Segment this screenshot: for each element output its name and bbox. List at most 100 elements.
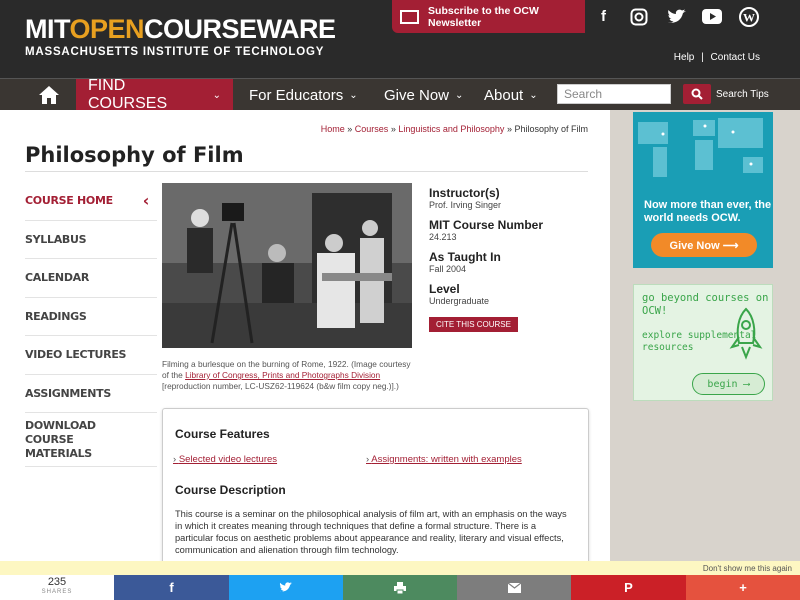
sidenav-label: CALENDAR bbox=[25, 271, 90, 285]
instructor-label: Instructor(s) bbox=[429, 186, 500, 200]
cite-course-button[interactable]: CITE THIS COURSE bbox=[429, 317, 518, 332]
sidenav-label: DOWNLOAD COURSE MATERIALS bbox=[25, 418, 96, 460]
caption-text-end: [reproduction number, LC-USZ62-119624 (b… bbox=[162, 381, 399, 391]
nav-educators-label: For Educators bbox=[249, 86, 344, 104]
donate-ad-button[interactable]: Give Now ⟶ bbox=[651, 233, 757, 257]
course-number-value: 24.213 bbox=[429, 232, 457, 242]
taught-in-value: Fall 2004 bbox=[429, 264, 467, 274]
nav-about[interactable]: About ⌄ bbox=[472, 79, 550, 111]
share-facebook-button[interactable]: f bbox=[114, 575, 229, 600]
logo-open: OPEN bbox=[69, 14, 145, 44]
breadcrumb-sep: » bbox=[506, 124, 512, 134]
course-description: This course is a seminar on the philosop… bbox=[175, 509, 567, 555]
twitter-icon[interactable] bbox=[658, 0, 695, 33]
main-nav: FIND COURSES ⌄ For Educators ⌄ Give Now ⌄ A… bbox=[0, 77, 800, 112]
breadcrumb-sep: » bbox=[347, 124, 353, 134]
share-count-value: 235 bbox=[47, 576, 67, 588]
rocket-icon bbox=[729, 307, 763, 360]
site-header: MITOPENCOURSEWARE MASSACHUSETTS INSTITUT… bbox=[0, 0, 800, 78]
instagram-icon[interactable] bbox=[620, 0, 657, 33]
supplemental-resources-ad[interactable]: go beyond courses on OCW! explore supple… bbox=[633, 284, 773, 401]
level-value: Undergraduate bbox=[429, 296, 490, 306]
share-email-button[interactable] bbox=[457, 575, 571, 600]
sidenav-label: COURSE HOME bbox=[25, 194, 113, 208]
newsletter-label: Subscribe to the OCW Newsletter bbox=[428, 4, 539, 29]
nav-give-now[interactable]: Give Now ⌄ bbox=[372, 79, 475, 111]
logo-courseware: COURSEWARE bbox=[144, 14, 336, 44]
sidenav-syllabus[interactable]: SYLLABUS bbox=[25, 221, 157, 259]
sidenav-course-home[interactable]: COURSE HOME ‹ bbox=[25, 182, 157, 221]
donate-ad-text: Now more than ever, the world needs OCW. bbox=[644, 199, 772, 224]
feature-link-assignments[interactable]: › Assignments: written with examples bbox=[366, 454, 522, 465]
chevron-down-icon: ⌄ bbox=[455, 89, 464, 101]
level-label: Level bbox=[429, 282, 460, 296]
nav-find-courses-label: FIND COURSES bbox=[88, 77, 168, 112]
twitter-icon bbox=[279, 582, 293, 592]
chevron-down-icon: ⌄ bbox=[349, 89, 358, 101]
share-pinterest-button[interactable]: P bbox=[571, 575, 686, 600]
ad2-begin-button[interactable]: begin ⟶ bbox=[692, 373, 765, 395]
svg-text:W: W bbox=[743, 10, 755, 24]
youtube-icon[interactable] bbox=[693, 0, 730, 33]
logo-subtitle: MASSACHUSETTS INSTITUTE OF TECHNOLOGY bbox=[25, 46, 325, 58]
feature-link-label: Selected video lectures bbox=[178, 454, 278, 465]
nav-find-courses[interactable]: FIND COURSES ⌄ bbox=[76, 77, 233, 112]
breadcrumb-courses[interactable]: Courses bbox=[355, 124, 389, 134]
features-heading: Course Features bbox=[175, 427, 270, 441]
caption-link[interactable]: Library of Congress, Prints and Photogra… bbox=[185, 370, 380, 380]
search-tips-link[interactable]: Search Tips bbox=[716, 89, 769, 100]
plus-icon: + bbox=[739, 580, 747, 595]
ocw-logo[interactable]: MITOPENCOURSEWARE bbox=[25, 14, 336, 45]
breadcrumb: Home » Courses » Linguistics and Philoso… bbox=[321, 124, 588, 134]
help-link[interactable]: Help bbox=[674, 52, 695, 63]
sidenav-label: READINGS bbox=[25, 309, 87, 323]
envelope-icon bbox=[400, 9, 420, 24]
wordpress-icon[interactable]: W bbox=[730, 0, 767, 33]
nav-give-now-label: Give Now bbox=[384, 86, 450, 104]
dont-show-again-link[interactable]: Don't show me this again bbox=[0, 561, 800, 575]
nav-about-label: About bbox=[484, 86, 524, 104]
newsletter-button[interactable]: Subscribe to the OCW Newsletter bbox=[392, 0, 585, 33]
home-button[interactable] bbox=[25, 79, 73, 111]
nav-for-educators[interactable]: For Educators ⌄ bbox=[237, 79, 370, 111]
breadcrumb-sep: » bbox=[390, 124, 396, 134]
feature-link-video[interactable]: › Selected video lectures bbox=[173, 454, 277, 465]
course-number-label: MIT Course Number bbox=[429, 218, 544, 232]
share-more-button[interactable]: + bbox=[686, 575, 800, 600]
course-image bbox=[162, 183, 412, 348]
search-button[interactable] bbox=[683, 84, 711, 104]
contact-link[interactable]: Contact Us bbox=[711, 52, 760, 63]
facebook-icon[interactable]: f bbox=[585, 0, 622, 33]
search-icon bbox=[691, 88, 703, 100]
utility-links: Help | Contact Us bbox=[674, 52, 760, 63]
breadcrumb-current: Philosophy of Film bbox=[514, 124, 588, 134]
share-print-button[interactable] bbox=[343, 575, 457, 600]
search-input[interactable]: Search bbox=[557, 84, 671, 104]
breadcrumb-department[interactable]: Linguistics and Philosophy bbox=[398, 124, 504, 134]
main-content: Home » Courses » Linguistics and Philoso… bbox=[0, 110, 610, 600]
share-count-label: SHARES bbox=[41, 589, 73, 595]
home-icon bbox=[39, 86, 59, 104]
sidenav-label: SYLLABUS bbox=[25, 232, 87, 246]
world-map-graphic bbox=[638, 118, 763, 177]
chevron-down-icon: ⌄ bbox=[529, 89, 538, 101]
print-icon bbox=[394, 581, 406, 594]
sidenav-assignments[interactable]: ASSIGNMENTS bbox=[25, 375, 157, 413]
sidenav-calendar[interactable]: CALENDAR bbox=[25, 259, 157, 298]
facebook-icon: f bbox=[169, 580, 174, 595]
course-info: Instructor(s) Prof. Irving Singer MIT Co… bbox=[429, 184, 599, 332]
sidenav-readings[interactable]: READINGS bbox=[25, 298, 157, 336]
link-separator: | bbox=[701, 52, 704, 63]
sidenav-label: ASSIGNMENTS bbox=[25, 386, 111, 400]
sidenav-video-lectures[interactable]: VIDEO LECTURES bbox=[25, 336, 157, 375]
share-twitter-button[interactable] bbox=[229, 575, 343, 600]
feature-link-label: Assignments: written with examples bbox=[371, 454, 522, 465]
donate-ad[interactable]: Now more than ever, the world needs OCW.… bbox=[633, 112, 773, 268]
chevron-down-icon: ⌄ bbox=[212, 89, 221, 101]
sidenav-label: VIDEO LECTURES bbox=[25, 348, 127, 362]
share-bar: 235 SHARES f P + bbox=[0, 575, 800, 600]
pinterest-icon: P bbox=[624, 580, 633, 595]
breadcrumb-home[interactable]: Home bbox=[321, 124, 345, 134]
sidenav-download-materials[interactable]: DOWNLOAD COURSE MATERIALS bbox=[25, 413, 157, 467]
instructor-value: Prof. Irving Singer bbox=[429, 200, 502, 210]
